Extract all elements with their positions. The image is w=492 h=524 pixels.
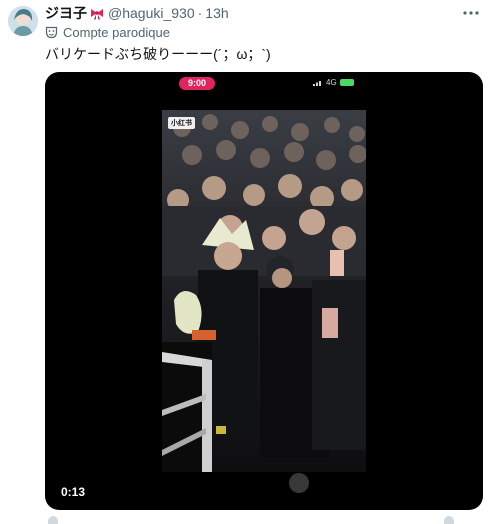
parody-label: Compte parodique (45, 24, 170, 40)
theater-mask-icon (45, 26, 58, 39)
signal-icon (313, 81, 321, 86)
more-horizontal-icon[interactable] (460, 4, 482, 22)
watermark-label: 小红书 (168, 117, 195, 129)
network-type: 4G (326, 78, 337, 87)
tweet-header: ジヨ子 @haguki_930 · 13h (45, 4, 229, 22)
crowd-scene-image (162, 110, 366, 472)
battery-icon (339, 79, 354, 86)
tweet-card[interactable]: ジヨ子 @haguki_930 · 13h Compte parodique バ… (0, 0, 492, 524)
display-name[interactable]: ジヨ子 (45, 3, 87, 23)
tweet-text: バリケードぶち破りーーー(´；ω；`) (45, 46, 271, 62)
recorded-status-bar: 9:00 4G (45, 72, 483, 96)
video-frame[interactable]: 小红书 (162, 110, 366, 472)
status-time: 9:00 (179, 77, 215, 90)
video-duration: 0:13 (61, 485, 86, 499)
status-indicators: 4G (313, 78, 354, 87)
separator-dot: · (197, 5, 203, 21)
timestamp[interactable]: 13h (205, 5, 228, 21)
video-player[interactable]: 9:00 4G 小红书 0:13 (45, 72, 483, 510)
video-scrub-handle[interactable] (289, 473, 309, 493)
parody-label-text: Compte parodique (63, 24, 170, 40)
user-handle[interactable]: @haguki_930 (108, 5, 195, 21)
action-bar-partial (0, 516, 492, 524)
share-icon[interactable] (444, 516, 454, 524)
avatar[interactable] (8, 6, 38, 36)
reply-icon[interactable] (48, 516, 58, 524)
ribbon-emoji-icon (90, 7, 104, 20)
